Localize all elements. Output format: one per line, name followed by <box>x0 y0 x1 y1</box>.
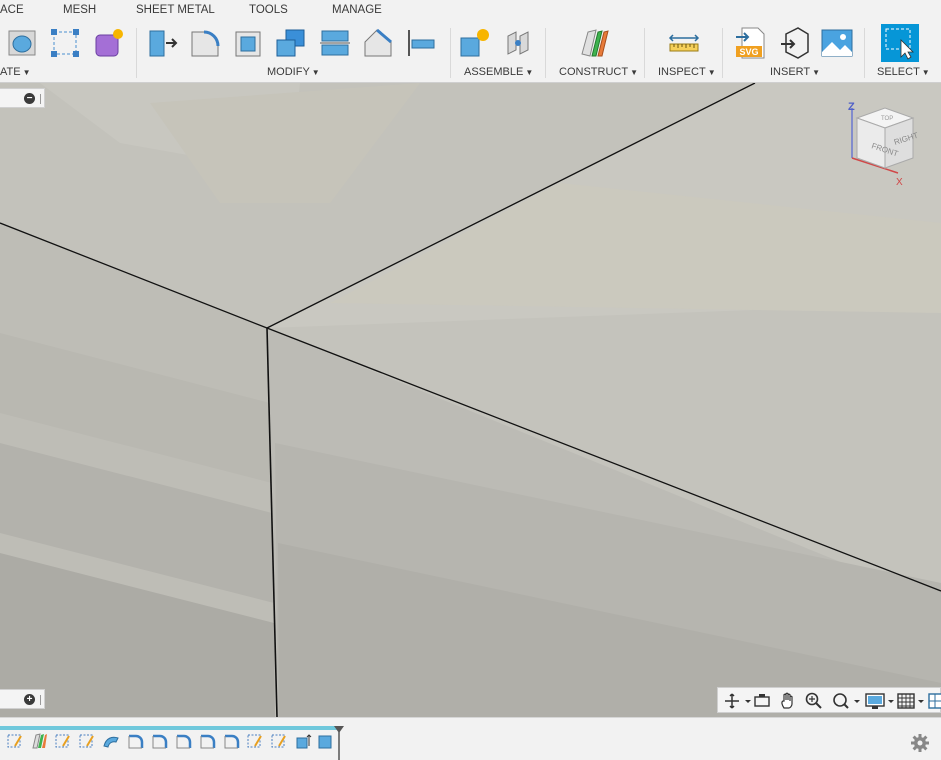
expand-button[interactable]: + <box>24 694 35 705</box>
tab-tools[interactable]: TOOLS <box>249 4 288 16</box>
grid-icon[interactable] <box>896 691 928 711</box>
browser-panel-collapsed[interactable]: − <box>0 88 45 108</box>
select-icon[interactable] <box>881 24 919 62</box>
collapse-button[interactable]: − <box>24 93 35 104</box>
navigation-bar <box>717 687 941 713</box>
group-modify-label[interactable]: MODIFY ▼ <box>267 66 320 78</box>
shell-icon[interactable] <box>232 26 266 60</box>
timeline-plane-icon[interactable] <box>30 732 48 750</box>
timeline-fillet-icon[interactable] <box>198 732 216 750</box>
offset-plane-icon[interactable] <box>578 26 612 60</box>
joint-icon[interactable] <box>502 26 536 60</box>
panel-grip[interactable] <box>40 94 41 104</box>
create-form-icon[interactable] <box>92 26 126 60</box>
tab-surface[interactable]: ACE <box>0 4 24 16</box>
group-insert-label[interactable]: INSERT ▼ <box>770 66 820 78</box>
timeline-fillet-icon[interactable] <box>222 732 240 750</box>
timeline-fillet-icon[interactable] <box>126 732 144 750</box>
workspace-tabs: ACE MESH SHEET METAL TOOLS MANAGE <box>0 0 941 22</box>
fillet-icon[interactable] <box>188 26 222 60</box>
viewcube[interactable]: Z X FRONT RIGHT TOP <box>843 98 923 193</box>
group-assemble-label[interactable]: ASSEMBLE ▼ <box>464 66 533 78</box>
sketch-pattern-icon[interactable] <box>48 26 82 60</box>
svg-text:X: X <box>896 177 903 188</box>
viewports-icon[interactable] <box>928 691 941 711</box>
timeline-extrude-icon[interactable] <box>316 732 334 750</box>
insert-mesh-icon[interactable] <box>778 26 812 60</box>
timeline-sketch-icon[interactable] <box>54 732 72 750</box>
timeline-sketch-icon[interactable] <box>78 732 96 750</box>
timeline-marker[interactable] <box>333 726 345 760</box>
timeline <box>0 717 941 760</box>
timeline-sweep-icon[interactable] <box>102 732 120 750</box>
pan-icon[interactable] <box>778 691 798 711</box>
canvas-image-icon[interactable] <box>820 26 854 60</box>
canvas-viewport[interactable]: Z X FRONT RIGHT TOP − + <box>0 83 941 717</box>
svg-text:SVG: SVG <box>739 47 758 57</box>
timeline-sketch-icon[interactable] <box>246 732 264 750</box>
timeline-extrude-icon[interactable] <box>294 732 312 750</box>
svg-text:Z: Z <box>848 101 855 113</box>
align-icon[interactable] <box>404 26 438 60</box>
tab-mesh[interactable]: MESH <box>63 4 96 16</box>
combine-icon[interactable] <box>274 26 308 60</box>
press-pull-icon[interactable] <box>146 26 180 60</box>
chamfer-icon[interactable] <box>361 26 395 60</box>
revolve-icon[interactable] <box>6 26 40 60</box>
gear-icon[interactable] <box>911 734 929 752</box>
tab-sheet-metal[interactable]: SHEET METAL <box>136 4 215 16</box>
orbit-icon[interactable] <box>722 691 752 711</box>
group-select-label[interactable]: SELECT ▼ <box>877 66 930 78</box>
timeline-fillet-icon[interactable] <box>150 732 168 750</box>
panel-grip[interactable] <box>40 695 41 705</box>
toolbar-ribbon: ATE ▼ MODIFY ▼ ASSEMBLE ▼ CONSTRUCT ▼ IN… <box>0 22 941 83</box>
comments-panel-collapsed[interactable]: + <box>0 689 45 709</box>
new-component-icon[interactable] <box>458 26 492 60</box>
group-inspect-label[interactable]: INSPECT ▼ <box>658 66 716 78</box>
measure-icon[interactable] <box>667 26 701 60</box>
group-create-label[interactable]: ATE ▼ <box>0 66 31 78</box>
display-settings-icon[interactable] <box>864 691 896 711</box>
timeline-sketch-icon[interactable] <box>270 732 288 750</box>
split-body-icon[interactable] <box>318 26 352 60</box>
model-geometry <box>0 83 941 717</box>
timeline-track <box>0 726 338 730</box>
zoom-icon[interactable] <box>804 691 824 711</box>
group-construct-label[interactable]: CONSTRUCT ▼ <box>559 66 638 78</box>
fit-icon[interactable] <box>830 691 862 711</box>
insert-svg-icon[interactable]: SVG <box>734 26 768 60</box>
timeline-sketch-icon[interactable] <box>6 732 24 750</box>
svg-text:TOP: TOP <box>881 116 893 122</box>
timeline-fillet-icon[interactable] <box>174 732 192 750</box>
tab-manage[interactable]: MANAGE <box>332 4 382 16</box>
look-at-icon[interactable] <box>752 691 772 711</box>
